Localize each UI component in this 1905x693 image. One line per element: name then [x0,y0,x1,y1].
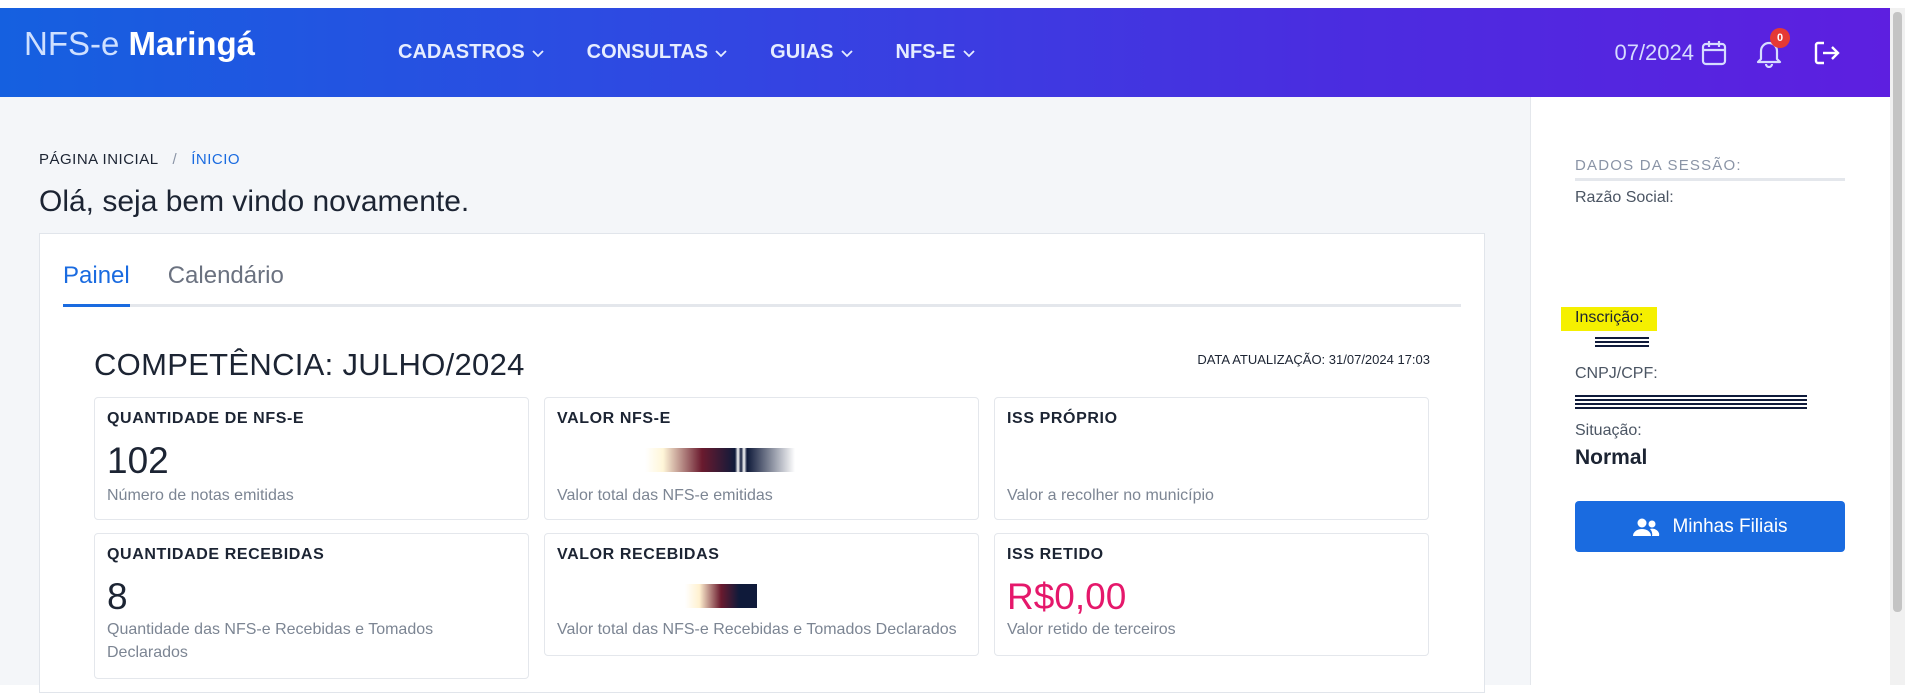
stat-label: VALOR RECEBIDAS [557,546,720,563]
stat-card-valor-recebidas: VALOR RECEBIDAS Valor total das NFS-e Re… [544,533,979,656]
chevron-down-icon [962,49,975,57]
session-title: DADOS DA SESSÃO: [1575,157,1845,181]
breadcrumb-separator: / [172,151,178,168]
period-selector[interactable]: 07/2024 [1614,40,1694,66]
top-navbar: NFS-e Maringá CADASTROS CONSULTAS GUIAS … [0,8,1890,97]
tab-bar: Painel Calendário [63,262,1461,307]
notification-count-badge: 0 [1770,27,1790,48]
header-actions: 07/2024 0 [1614,8,1890,97]
main-content: PÁGINA INICIAL / ÍNICIO Olá, seja bem vi… [0,97,1530,693]
redacted-value [645,448,795,472]
nav-nfse[interactable]: NFS-E [896,41,976,64]
situacao-label: Situação: [1575,422,1642,439]
stat-value: R$0,00 [1007,576,1127,617]
last-update-text: DATA ATUALIZAÇÃO: 31/07/2024 17:03 [1197,352,1430,367]
redacted-cnpj [1575,395,1807,409]
stat-label: ISS PRÓPRIO [1007,410,1118,427]
chevron-down-icon [840,49,853,57]
cnpj-label: CNPJ/CPF: [1575,365,1658,382]
calendar-icon[interactable] [1700,39,1728,67]
scrollbar-thumb[interactable] [1893,12,1902,612]
nav-nfse-label: NFS-E [895,41,956,63]
brand-prefix: NFS-e [24,25,120,62]
stat-description: Valor retido de terceiros [1007,621,1176,638]
stat-card-valor-nfse: VALOR NFS-E Valor total das NFS-e emitid… [544,397,979,520]
stat-description: Quantidade das NFS-e Recebidas e Tomados… [107,621,434,661]
logout-icon[interactable] [1812,38,1842,68]
razao-social-label: Razão Social: [1575,189,1674,206]
breadcrumb: PÁGINA INICIAL / ÍNICIO [39,151,240,168]
nav-cadastros[interactable]: CADASTROS [398,41,545,64]
nav-consultas[interactable]: CONSULTAS [587,41,728,64]
redacted-inscricao [1595,337,1649,347]
situacao-value: Normal [1575,446,1648,469]
notifications-button[interactable]: 0 [1754,27,1790,68]
nav-guias[interactable]: GUIAS [770,41,853,64]
stat-label: QUANTIDADE RECEBIDAS [107,546,325,563]
inscricao-label: Inscrição: [1561,307,1658,331]
stat-label: VALOR NFS-E [557,410,671,427]
brand-logo[interactable]: NFS-e Maringá [24,24,255,64]
chevron-down-icon [715,49,727,57]
stat-description: Valor total das NFS-e emitidas [557,487,773,504]
stat-label: ISS RETIDO [1007,546,1104,563]
minhas-filiais-label: Minhas Filiais [1672,515,1788,537]
tab-calendario[interactable]: Calendário [168,262,284,304]
tab-painel[interactable]: Painel [63,262,130,307]
page-title: Olá, seja bem vindo novamente. [39,185,470,218]
breadcrumb-current[interactable]: ÍNICIO [191,151,240,168]
stat-card-iss-proprio: ISS PRÓPRIO Valor a recolher no municípi… [994,397,1429,520]
breadcrumb-home[interactable]: PÁGINA INICIAL [39,151,159,168]
chevron-down-icon [532,49,544,57]
stat-description: Número de notas emitidas [107,487,294,504]
session-sidebar: DADOS DA SESSÃO: Razão Social: Inscrição… [1530,97,1890,685]
brand-city: Maringá [128,25,256,62]
stat-description: Valor a recolher no município [1007,487,1214,504]
stat-card-iss-retido: ISS RETIDO R$0,00 Valor retido de tercei… [994,533,1429,656]
stat-value: 102 [107,440,169,481]
stat-card-qtd-nfse: QUANTIDADE DE NFS-E 102 Número de notas … [94,397,529,520]
nav-consultas-label: CONSULTAS [586,41,709,63]
users-icon [1633,518,1660,536]
nav-cadastros-label: CADASTROS [398,41,525,63]
competencia-title: COMPETÊNCIA: JULHO/2024 [94,347,525,382]
main-nav: CADASTROS CONSULTAS GUIAS NFS-E [398,8,1018,97]
vertical-scrollbar[interactable] [1890,8,1905,685]
stat-card-qtd-recebidas: QUANTIDADE RECEBIDAS 8 Quantidade das NF… [94,533,529,679]
stat-value: 8 [107,576,128,617]
dashboard-card: Painel Calendário COMPETÊNCIA: JULHO/202… [39,233,1485,693]
redacted-value [685,584,757,608]
minhas-filiais-button[interactable]: Minhas Filiais [1575,501,1845,552]
window-top-strip [0,0,1905,8]
stat-description: Valor total das NFS-e Recebidas e Tomado… [557,621,957,638]
nav-guias-label: GUIAS [770,41,834,63]
stat-label: QUANTIDADE DE NFS-E [107,410,305,427]
